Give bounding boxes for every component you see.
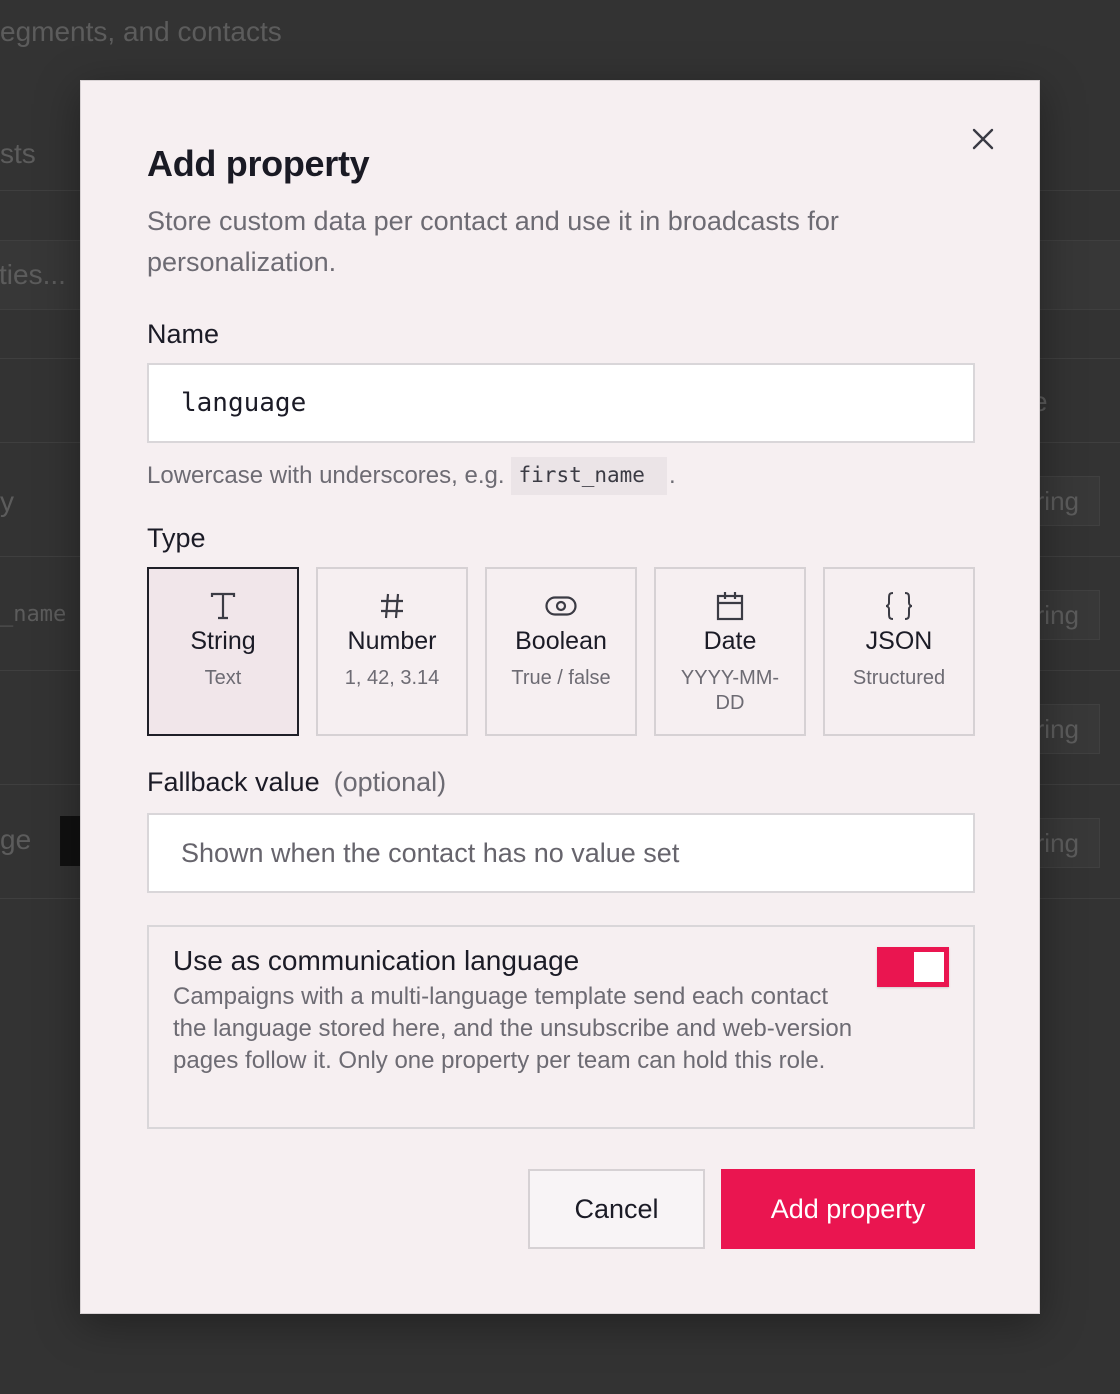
type-name: Boolean bbox=[515, 627, 607, 655]
type-option-json[interactable]: JSON Structured bbox=[823, 567, 975, 736]
hint-text: Lowercase with underscores, e.g. bbox=[147, 462, 505, 489]
braces-icon bbox=[885, 592, 913, 620]
cancel-button[interactable]: Cancel bbox=[528, 1169, 705, 1249]
type-selector: String Text Number 1, 42, 3.14 Boolean T… bbox=[147, 567, 975, 736]
option-description: Campaigns with a multi-language template… bbox=[173, 983, 853, 1074]
toggle-knob bbox=[914, 952, 944, 982]
type-name: Date bbox=[703, 627, 757, 655]
type-name: String bbox=[190, 627, 256, 655]
hint-example-code: first_name bbox=[510, 457, 667, 495]
type-description: True / false bbox=[511, 667, 611, 689]
add-property-dialog: Add property Store custom data per conta… bbox=[80, 80, 1040, 1314]
text-t-icon bbox=[210, 592, 236, 620]
fallback-label-text: Fallback value bbox=[147, 767, 320, 797]
dialog-title: Add property bbox=[147, 143, 370, 184]
close-button[interactable] bbox=[965, 121, 1001, 157]
option-title: Use as communication language bbox=[173, 945, 580, 976]
type-description: 1, 42, 3.14 bbox=[344, 667, 440, 689]
type-option-boolean[interactable]: Boolean True / false bbox=[485, 567, 637, 736]
name-input[interactable] bbox=[147, 363, 975, 443]
communication-language-option: Use as communication language Campaigns … bbox=[147, 925, 975, 1129]
fallback-label: Fallback value (optional) bbox=[147, 767, 446, 798]
add-property-button[interactable]: Add property bbox=[721, 1169, 975, 1249]
type-option-number[interactable]: Number 1, 42, 3.14 bbox=[316, 567, 468, 736]
type-label: Type bbox=[147, 523, 206, 553]
name-label: Name bbox=[147, 319, 220, 349]
type-description: Structured bbox=[852, 667, 946, 689]
type-name: Number bbox=[347, 627, 437, 655]
type-option-string[interactable]: String Text bbox=[147, 567, 299, 736]
type-description: YYYY-MM-DD bbox=[680, 667, 780, 714]
type-description: Text bbox=[204, 667, 242, 689]
calendar-icon bbox=[716, 592, 744, 621]
fallback-input[interactable] bbox=[147, 813, 975, 893]
toggle-icon bbox=[545, 596, 577, 616]
type-option-date[interactable]: Date YYYY-MM-DD bbox=[654, 567, 806, 736]
optional-tag: (optional) bbox=[333, 767, 447, 797]
hash-icon bbox=[381, 593, 403, 619]
close-icon bbox=[972, 128, 994, 150]
dialog-subtitle: Store custom data per contact and use it… bbox=[147, 206, 839, 277]
hint-period: . bbox=[668, 462, 676, 489]
name-hint: Lowercase with underscores, e.g. first_n… bbox=[147, 457, 676, 495]
type-name: JSON bbox=[865, 627, 933, 655]
communication-language-toggle[interactable] bbox=[877, 947, 949, 987]
